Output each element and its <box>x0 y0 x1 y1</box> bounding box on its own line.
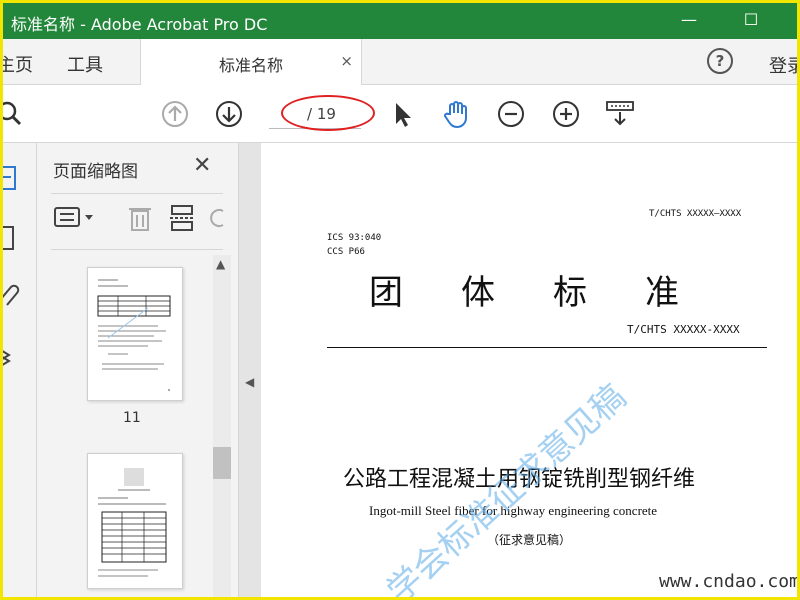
title-bar: 标准名称 - Adobe Acrobat Pro DC — ☐ <box>3 3 797 39</box>
thumbnail-preview <box>97 279 171 391</box>
hand-tool-icon[interactable] <box>440 98 472 130</box>
document-viewer: ◀ T/CHTS XXXXX—XXXX ICS 93:040 CCS P66 团… <box>239 143 797 597</box>
page-thumbnails-panel: 页面缩略图 ✕ 11 ▲ <box>37 143 239 597</box>
zoom-out-icon[interactable] <box>495 98 527 130</box>
page-thumbnails-icon[interactable] <box>0 163 21 195</box>
thumbnail-options-icon[interactable] <box>53 203 97 233</box>
close-tab-button[interactable]: × <box>340 52 353 70</box>
collapse-panel-icon[interactable]: ◀ <box>245 375 254 389</box>
ccs-code: CCS P66 <box>327 247 365 257</box>
header-rule <box>327 347 767 348</box>
document-status: （征求意见稿） <box>487 533 572 547</box>
tab-document-label: 标准名称 <box>219 56 284 75</box>
insert-page-icon[interactable] <box>167 203 197 233</box>
panel-title: 页面缩略图 <box>53 162 138 182</box>
keyboard-icon[interactable] <box>604 98 636 130</box>
thumbnail-preview <box>98 468 167 577</box>
scrollbar-thumb[interactable] <box>213 447 231 479</box>
attachment-icon[interactable] <box>0 279 21 311</box>
document-heading: 团体标准 <box>369 273 737 313</box>
tab-tools[interactable]: 工具 <box>67 51 103 77</box>
help-icon[interactable]: ? <box>707 48 733 74</box>
thumbnail-scrollbar[interactable]: ▲ <box>213 255 231 597</box>
delete-page-icon[interactable] <box>125 203 155 233</box>
page-number-highlight <box>281 95 375 131</box>
site-watermark: www.cndao.com <box>659 571 800 592</box>
ics-code: ICS 93:040 <box>327 233 382 243</box>
app-window: 标准名称 - Adobe Acrobat Pro DC — ☐ 主页 工具 标准… <box>0 0 800 600</box>
select-cursor-icon[interactable] <box>387 98 419 130</box>
standard-code-main: T/CHTS XXXXX-XXXX <box>627 323 740 336</box>
maximize-button[interactable]: ☐ <box>731 9 771 33</box>
thumbnail-page[interactable] <box>87 453 183 589</box>
thumbnail-page-label: 11 <box>123 410 141 426</box>
tab-document[interactable]: 标准名称 × <box>140 39 362 85</box>
panel-divider <box>51 193 223 194</box>
thumbnail-page[interactable] <box>87 267 183 401</box>
next-page-icon[interactable] <box>213 98 245 130</box>
tab-home[interactable]: 主页 <box>3 51 33 77</box>
window-title: 标准名称 - Adobe Acrobat Pro DC <box>11 15 268 34</box>
left-rail <box>0 143 37 597</box>
tab-bar: 主页 工具 标准名称 × ? 登录 <box>3 39 797 85</box>
minimize-button[interactable]: — <box>669 9 709 33</box>
document-page: T/CHTS XXXXX—XXXX ICS 93:040 CCS P66 团体标… <box>261 143 797 597</box>
rotate-page-icon[interactable] <box>207 203 227 233</box>
panel-divider-2 <box>51 249 223 250</box>
login-button[interactable]: 登录 <box>769 52 797 78</box>
standard-code-top: T/CHTS XXXXX—XXXX <box>649 209 742 219</box>
layers-icon[interactable] <box>0 339 21 371</box>
main-toolbar: / 19 <box>3 86 797 143</box>
search-icon[interactable] <box>0 98 27 130</box>
bookmark-icon[interactable] <box>0 223 21 255</box>
panel-close-button[interactable]: ✕ <box>193 153 211 178</box>
zoom-in-icon[interactable] <box>550 98 582 130</box>
scroll-up-icon[interactable]: ▲ <box>216 257 225 271</box>
previous-page-icon[interactable] <box>159 98 191 130</box>
